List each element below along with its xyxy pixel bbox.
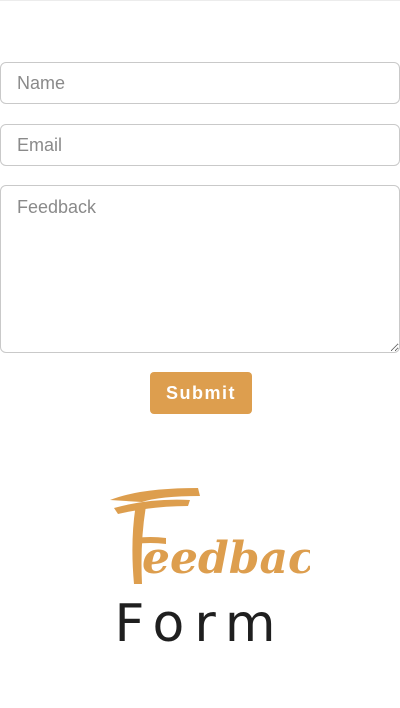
feedback-script-text: eedback xyxy=(142,533,310,584)
feedback-logo: eedback xyxy=(100,480,310,590)
top-divider xyxy=(0,0,400,1)
form-title: Form xyxy=(114,594,286,654)
feedback-textarea[interactable] xyxy=(0,185,400,353)
feedback-script-logo: eedback xyxy=(110,488,310,584)
feedback-page: Submit eedback Form xyxy=(0,0,400,708)
email-field[interactable] xyxy=(0,124,400,166)
name-field[interactable] xyxy=(0,62,400,104)
submit-button[interactable]: Submit xyxy=(150,372,252,414)
